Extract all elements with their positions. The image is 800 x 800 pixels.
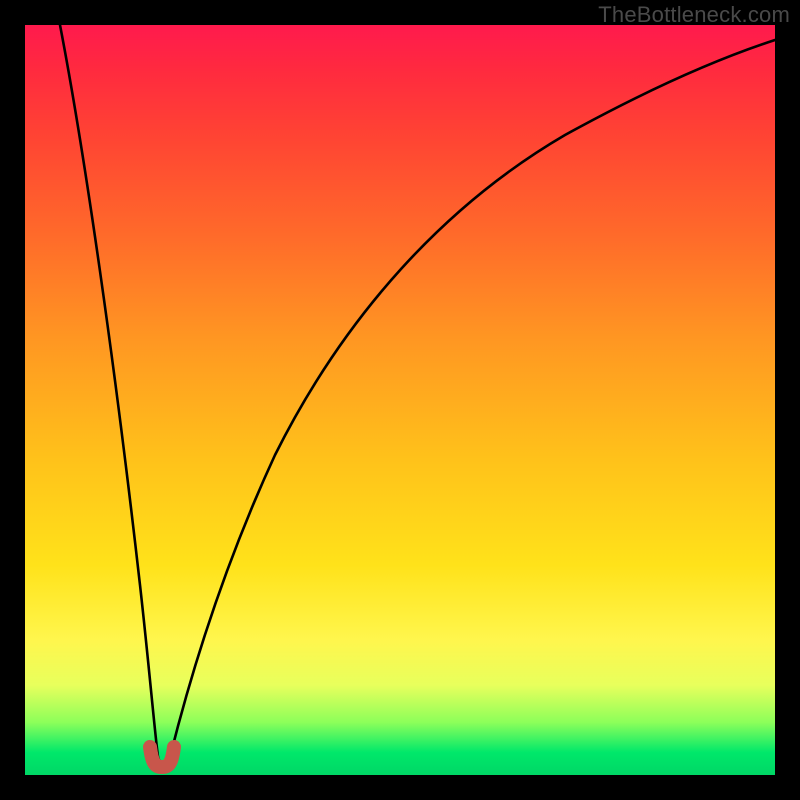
optimal-marker-icon (150, 747, 174, 767)
watermark-text: TheBottleneck.com (598, 2, 790, 28)
bottleneck-curve-path (60, 25, 775, 763)
bottleneck-curve-svg (25, 25, 775, 775)
plot-area (25, 25, 775, 775)
